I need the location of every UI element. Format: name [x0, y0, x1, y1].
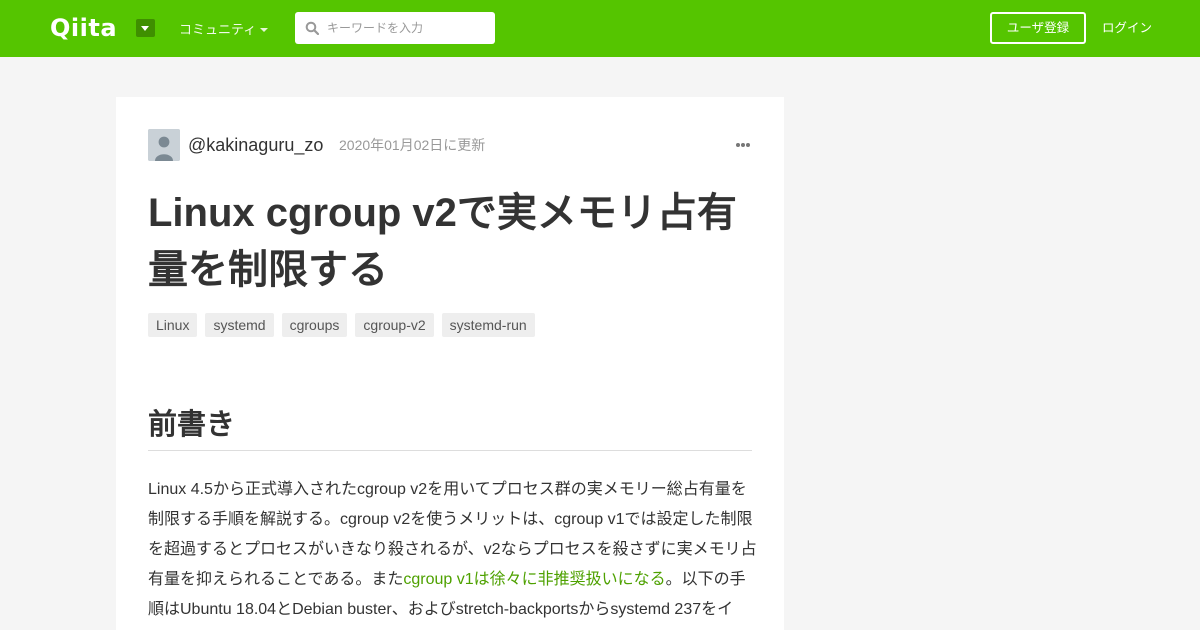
article-card: @kakinaguru_zo 2020年01月02日に更新 Linux cgro… — [116, 97, 784, 630]
tag-systemd[interactable]: systemd — [205, 313, 274, 337]
article-paragraph: Linux 4.5から正式導入されたcgroup v2を用いてプロセス群の実メモ… — [148, 475, 758, 625]
login-link[interactable]: ログイン — [1102, 19, 1152, 37]
tag-systemd-run[interactable]: systemd-run — [441, 313, 535, 337]
author-name[interactable]: @kakinaguru_zo — [188, 133, 323, 157]
tag-list: Linux systemd cgroups cgroup-v2 systemd-… — [148, 313, 535, 337]
search-box[interactable] — [295, 12, 495, 44]
cgroup-v1-deprecation-link[interactable]: cgroup v1は徐々に非推奨扱いになる — [403, 571, 665, 588]
logo-dropdown-button[interactable] — [136, 19, 155, 37]
tag-cgroup-v2[interactable]: cgroup-v2 — [355, 313, 434, 337]
more-icon[interactable] — [736, 135, 752, 155]
author-avatar[interactable] — [148, 129, 180, 161]
global-header: Qiita コミュニティ ユーザ登録 ログイン — [0, 0, 1200, 57]
tag-cgroups[interactable]: cgroups — [281, 313, 348, 337]
tag-linux[interactable]: Linux — [148, 313, 198, 337]
caret-down-icon[interactable] — [260, 28, 268, 32]
search-input[interactable] — [325, 12, 490, 44]
updated-date: 2020年01月02日に更新 — [339, 137, 486, 153]
search-icon — [305, 21, 319, 35]
avatar-icon — [148, 129, 180, 161]
community-menu-label[interactable]: コミュニティ — [179, 21, 256, 39]
article-title: Linux cgroup v2で実メモリ占有量を制限する — [148, 191, 737, 292]
qiita-logo[interactable]: Qiita — [50, 14, 117, 42]
signup-button[interactable]: ユーザ登録 — [990, 12, 1086, 44]
section-heading: 前書き — [148, 403, 752, 451]
